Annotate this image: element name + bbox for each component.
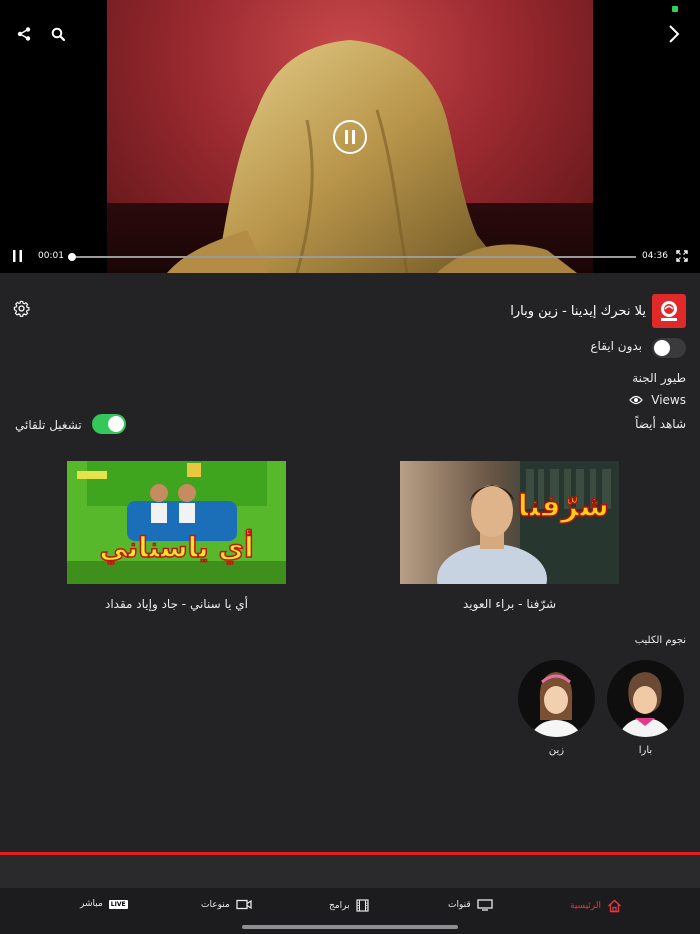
tab-channels[interactable]: قنوات <box>448 899 493 911</box>
home-icon <box>608 899 621 913</box>
toyor-aljanah-logo-icon <box>661 301 677 321</box>
share-icon <box>17 27 31 41</box>
related-video-thumb[interactable]: أي ياسناني <box>67 461 286 584</box>
related-video-title[interactable]: شرّفنا - براء العويد <box>400 597 619 611</box>
video-camera-icon <box>236 899 252 910</box>
tab-home-label: الرئيسية <box>570 901 601 911</box>
pause-icon <box>12 250 22 262</box>
star-name: بارا <box>638 745 653 756</box>
tab-live-label: مباشر <box>80 899 103 909</box>
cast-indicator-icon <box>672 6 678 12</box>
avatar-portrait <box>619 672 671 737</box>
tab-programs[interactable]: برامج <box>329 899 369 912</box>
star-avatar-bara[interactable] <box>607 660 684 737</box>
gear-icon <box>13 300 30 317</box>
pause-icon <box>345 130 355 144</box>
tab-variety-label: منوعات <box>201 899 230 910</box>
video-player[interactable]: 00:01 04:36 <box>0 0 700 273</box>
video-title: يلا نحرك إيدينا - زين وبارا <box>510 304 646 319</box>
search-icon <box>51 27 65 41</box>
fullscreen-icon <box>676 250 688 262</box>
star-name: زين <box>548 745 565 756</box>
next-button[interactable] <box>664 22 684 46</box>
tv-icon <box>476 899 493 911</box>
no-music-toggle[interactable] <box>652 338 686 358</box>
control-pause-button[interactable] <box>10 248 24 264</box>
search-button[interactable] <box>48 24 68 44</box>
tab-variety[interactable]: منوعات <box>201 899 252 910</box>
current-time: 00:01 <box>38 251 64 261</box>
play-pause-center-button[interactable] <box>333 120 367 154</box>
toggle-knob <box>108 416 124 432</box>
progress-bar[interactable] <box>68 253 636 261</box>
channel-logo[interactable] <box>652 294 686 328</box>
views-row: Views <box>629 393 686 407</box>
clip-stars-heading: نجوم الكليب <box>634 635 686 646</box>
duration-time: 04:36 <box>642 251 668 261</box>
autoplay-toggle[interactable] <box>92 414 126 434</box>
live-badge-icon: LIVE <box>108 899 128 909</box>
tab-channels-label: قنوات <box>448 900 471 910</box>
bottom-band <box>0 855 700 888</box>
tab-programs-label: برامج <box>329 900 350 911</box>
related-video-thumb[interactable]: شرّفنا <box>400 461 619 584</box>
no-music-label: بدون ايقاع <box>590 339 642 353</box>
chevron-right-icon <box>669 25 680 43</box>
progress-thumb[interactable] <box>68 253 77 261</box>
eye-icon <box>629 395 644 405</box>
thumb-overlay-text: شرّفنا <box>517 488 610 525</box>
thumb-ay-yasnani-art <box>67 461 286 584</box>
see-also-heading: شاهد أيضاً <box>635 417 686 431</box>
related-video-title[interactable]: أي يا سناني - جاد وإياد مقداد <box>67 597 286 611</box>
tab-live[interactable]: مباشر LIVE <box>80 899 128 909</box>
share-button[interactable] <box>14 24 34 44</box>
toggle-knob <box>654 340 670 356</box>
views-label: Views <box>651 393 686 407</box>
fullscreen-button[interactable] <box>674 248 690 264</box>
avatar-portrait <box>530 672 582 737</box>
thumb-overlay-text: أي ياسناني <box>99 530 255 565</box>
autoplay-label: تشغيل تلقائي <box>15 418 82 432</box>
tab-home[interactable]: الرئيسية <box>570 899 622 913</box>
star-avatar-zain[interactable] <box>518 660 595 737</box>
home-indicator <box>242 925 458 929</box>
channel-name[interactable]: طيور الجنة <box>632 371 686 385</box>
settings-button[interactable] <box>12 299 30 317</box>
film-icon <box>356 899 369 912</box>
